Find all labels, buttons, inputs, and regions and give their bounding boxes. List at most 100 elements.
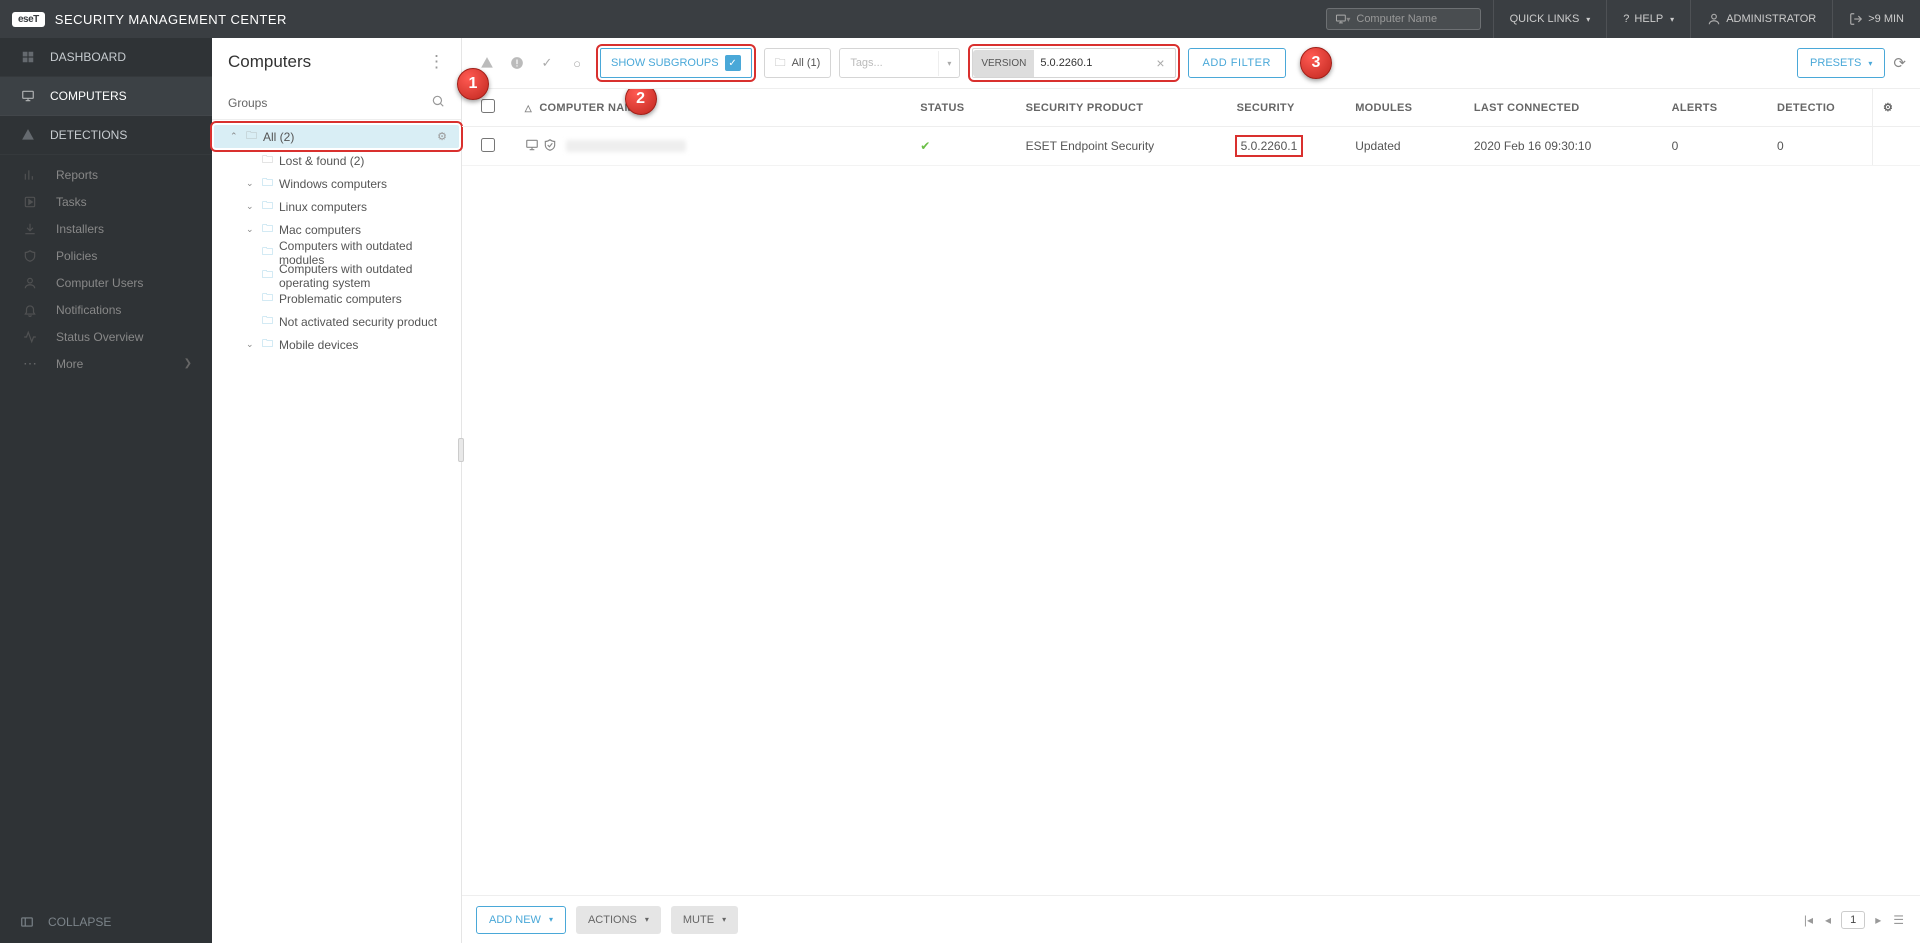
add-filter-button[interactable]: ADD FILTER	[1188, 48, 1286, 78]
tree-node-windows[interactable]: ⌄ 🗀 Windows computers	[212, 172, 461, 195]
cell-status: ✔	[910, 127, 1015, 166]
nav-detections[interactable]: DETECTIONS	[0, 116, 212, 155]
chevron-down-icon: ⌄	[246, 339, 256, 350]
cell-product: ESET Endpoint Security	[1016, 127, 1227, 166]
bottom-bar: ADD NEW ▾ ACTIONS ▾ MUTE ▾ |◂ ◂ 1 ▸ ☰	[462, 895, 1920, 943]
cell-detections: 0	[1767, 127, 1872, 166]
show-subgroups-toggle[interactable]: SHOW SUBGROUPS ✓	[600, 48, 752, 78]
col-modules[interactable]: MODULES	[1345, 89, 1464, 127]
status-ok-icon: ✔	[920, 139, 930, 153]
chevron-down-icon: ▾	[645, 915, 649, 924]
dashboard-icon	[20, 49, 36, 65]
main-content: ✓ ○ SHOW SUBGROUPS ✓ 🗀 All (1) ▾ VERSION…	[462, 38, 1920, 943]
help-icon: ?	[1623, 13, 1629, 25]
version-filter-input[interactable]	[1040, 57, 1150, 69]
dynamic-group-icon: 🗀	[262, 289, 273, 308]
tree-node-outdated-os[interactable]: 🗀 Computers with outdated operating syst…	[212, 264, 461, 287]
gear-icon[interactable]: ⚙	[437, 130, 447, 143]
groups-panel: Computers ⋮ 1 Groups ⌃ 🗀 All (2) ⚙ 🗀 Los…	[212, 38, 462, 943]
add-new-button[interactable]: ADD NEW ▾	[476, 906, 566, 934]
groups-tree: ⌃ 🗀 All (2) ⚙ 🗀 Lost & found (2) ⌄ 🗀 Win…	[212, 120, 461, 360]
quick-links-menu[interactable]: QUICK LINKS▾	[1493, 0, 1607, 38]
nav-notifications[interactable]: Notifications	[0, 296, 212, 323]
dynamic-group-icon: 🗀	[262, 197, 273, 216]
computer-search-input[interactable]	[1356, 13, 1471, 25]
select-all-checkbox[interactable]	[481, 99, 495, 113]
user-icon	[22, 275, 38, 291]
collapse-sidebar[interactable]: COLLAPSE	[0, 901, 212, 943]
nav-computer-users[interactable]: Computer Users	[0, 269, 212, 296]
folder-icon: 🗀	[262, 151, 273, 170]
actions-button[interactable]: ACTIONS ▾	[576, 906, 661, 934]
version-filter[interactable]: VERSION ×	[972, 48, 1175, 78]
chevron-up-icon: ⌃	[230, 131, 240, 142]
cell-computer-name	[515, 127, 910, 166]
column-settings-button[interactable]: ⚙	[1872, 89, 1920, 127]
nav-policies[interactable]: Policies	[0, 242, 212, 269]
cell-modules: Updated	[1345, 127, 1464, 166]
tree-node-problematic[interactable]: 🗀 Problematic computers	[212, 287, 461, 310]
panel-title: Computers	[228, 52, 311, 72]
mute-button[interactable]: MUTE ▾	[671, 906, 738, 934]
filter-ok-icon[interactable]: ✓	[536, 52, 558, 74]
redacted-computer-name	[566, 140, 686, 152]
tree-node-not-activated[interactable]: 🗀 Not activated security product	[212, 310, 461, 333]
table-row[interactable]: ✔ ESET Endpoint Security 5.0.2260.1 Upda…	[462, 127, 1920, 166]
tree-node-mobile[interactable]: ⌄ 🗀 Mobile devices	[212, 333, 461, 356]
callout-3: 3	[1300, 47, 1332, 79]
computer-search-box[interactable]: ▾	[1326, 8, 1481, 30]
col-computer-name[interactable]: △ COMPUTER NAME 2	[515, 89, 910, 127]
panel-menu-button[interactable]: ⋮	[428, 52, 445, 72]
filter-bar: ✓ ○ SHOW SUBGROUPS ✓ 🗀 All (1) ▾ VERSION…	[462, 38, 1920, 89]
monitor-icon	[20, 88, 36, 104]
pager-page-number[interactable]: 1	[1841, 911, 1865, 929]
pulse-icon	[22, 329, 38, 345]
refresh-icon[interactable]: ⟳	[1893, 54, 1906, 72]
pager-first-icon[interactable]: |◂	[1802, 913, 1815, 927]
nav-tasks[interactable]: Tasks	[0, 188, 212, 215]
alert-icon	[20, 127, 36, 143]
col-last-connected[interactable]: LAST CONNECTED	[1464, 89, 1662, 127]
chevron-down-icon[interactable]: ▾	[938, 51, 959, 76]
dynamic-group-icon: 🗀	[262, 220, 273, 239]
col-security-version[interactable]: SECURITY	[1227, 89, 1346, 127]
folder-icon: 🗀	[246, 127, 257, 146]
folder-icon: 🗀	[775, 54, 786, 73]
search-icon[interactable]	[431, 94, 445, 111]
col-status[interactable]: STATUS	[910, 89, 1015, 127]
presets-button[interactable]: PRESETS ▾	[1797, 48, 1885, 78]
chevron-down-icon: ⌄	[246, 201, 256, 212]
session-time[interactable]: >9 MIN	[1832, 0, 1920, 38]
all-filter-chip[interactable]: 🗀 All (1)	[764, 48, 832, 78]
nav-reports[interactable]: Reports	[0, 161, 212, 188]
filter-unmanaged-icon[interactable]: ○	[566, 52, 588, 74]
pager-prev-icon[interactable]: ◂	[1823, 913, 1833, 927]
nav-installers[interactable]: Installers	[0, 215, 212, 242]
user-menu[interactable]: ADMINISTRATOR	[1690, 0, 1832, 38]
col-alerts[interactable]: ALERTS	[1662, 89, 1767, 127]
tree-node-lost-found[interactable]: 🗀 Lost & found (2)	[212, 149, 461, 172]
sort-asc-icon: △	[525, 103, 532, 113]
tags-input[interactable]	[850, 57, 930, 69]
version-filter-label: VERSION	[973, 50, 1034, 77]
tags-filter[interactable]: ▾	[839, 48, 960, 78]
callout-1: 1	[457, 68, 489, 100]
help-menu[interactable]: ? HELP▾	[1606, 0, 1690, 38]
chevron-down-icon: ▾	[549, 915, 553, 924]
nav-computers[interactable]: COMPUTERS	[0, 77, 212, 116]
row-checkbox[interactable]	[481, 138, 495, 152]
nav-status-overview[interactable]: Status Overview	[0, 323, 212, 350]
cell-version: 5.0.2260.1	[1227, 127, 1346, 166]
pager-next-icon[interactable]: ▸	[1873, 913, 1883, 927]
nav-more[interactable]: ⋯ More ❯	[0, 350, 212, 377]
filter-error-icon[interactable]	[506, 52, 528, 74]
col-security-product[interactable]: SECURITY PRODUCT	[1016, 89, 1227, 127]
pager-size-icon[interactable]: ☰	[1891, 913, 1906, 927]
tree-node-linux[interactable]: ⌄ 🗀 Linux computers	[212, 195, 461, 218]
tree-node-all[interactable]: ⌃ 🗀 All (2) ⚙	[214, 125, 459, 148]
col-detections[interactable]: DETECTIO	[1767, 89, 1872, 127]
nav-dashboard[interactable]: DASHBOARD	[0, 38, 212, 77]
top-bar: eseT SECURITY MANAGEMENT CENTER ▾ QUICK …	[0, 0, 1920, 38]
bell-icon	[22, 302, 38, 318]
clear-filter-icon[interactable]: ×	[1156, 55, 1164, 71]
